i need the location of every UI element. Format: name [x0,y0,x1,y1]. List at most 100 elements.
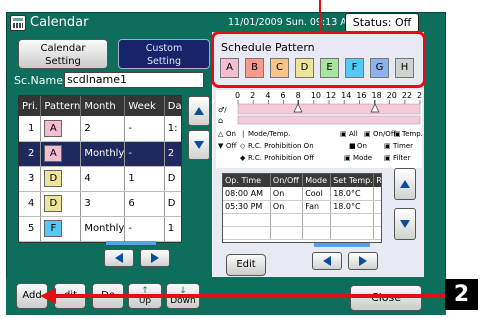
timeline-svg: ♂/ ⌂ 024681012141618202224 [218,91,427,125]
op-time-cell: 05:30 PM [223,200,271,214]
week-cell: 6 [124,191,165,217]
month-cell: 2 [80,116,126,142]
week-cell: 1 [124,166,165,192]
hour-tick-label: 20 [387,91,397,100]
table-row[interactable]: 5 F Monthly - 1 [19,216,181,242]
column-header: Month [80,96,126,116]
list-scroll-right-button[interactable] [140,249,170,267]
scname-label: Sc.Name [14,74,63,87]
month-cell: 3 [80,191,126,217]
close-button[interactable]: Close [350,285,422,311]
hour-tick-label: 16 [356,91,366,100]
legend-on2: On [357,142,367,150]
day-cell: 1 [164,216,181,242]
triangle-down-icon [194,141,204,149]
legend-mode-temp: Mode/Temp. [248,130,291,138]
column-header: Op. Time [223,174,271,187]
table-header-row: Op. Time On/Off Mode Set Temp. R.C. [223,174,381,187]
day-cell: D [164,166,181,192]
timeline-chart: ♂/ ⌂ 024681012141618202224 [216,90,427,130]
priority-cell: 1 [19,116,42,142]
operation-table: Op. Time On/Off Mode Set Temp. R.C. 08:0… [222,173,382,243]
hour-tick-label: 0 [235,91,240,100]
table-row[interactable]: 05:30 PM On Fan 18.0°C [223,200,381,214]
schedule-pattern-highlight [211,31,426,88]
hour-tick-label: 12 [326,91,336,100]
table-row[interactable]: 08:00 AM On Cool 18.0°C [223,187,381,201]
set-temp-cell: 18.0°C [330,187,375,201]
triangle-right-icon [359,256,367,266]
legend-on: On [226,130,236,138]
hour-tick-label: 4 [265,91,270,100]
op-time-cell: 08:00 AM [223,187,271,201]
calendar-icon [10,15,26,31]
priority-cell: 5 [19,216,42,242]
legend-mode-icon: | [242,130,245,138]
month-cell: Monthly [80,141,126,167]
pattern-cell: F [40,216,82,242]
column-header: R.C. [373,174,381,187]
triangle-left-icon [115,253,123,263]
list-scroll-up-button[interactable] [188,96,210,126]
table-row[interactable] [223,213,381,227]
table-row[interactable]: 2 A Monthly - 2 [19,141,181,167]
table-row[interactable]: 4 D 3 6 D [19,191,181,217]
hour-tick-label: 18 [372,91,382,100]
pattern-chip: D [44,195,63,212]
triangle-down-icon [400,220,410,228]
column-header: Pri. [19,96,42,116]
set-temp-cell: 18.0°C [330,200,375,214]
list-scroll-left-button[interactable] [104,249,134,267]
legend-all-icon: ▣ [340,130,347,138]
legend-filter-icon: ▣ [384,154,391,162]
priority-cell: 2 [19,141,42,167]
legend-rc-off-icon: ◆ [240,154,246,162]
scname-input[interactable]: scdlname1 [64,72,204,88]
onoff-cell: On [270,200,304,214]
hour-tick-label: 22 [402,91,412,100]
hour-tick-label: 14 [341,91,351,100]
callout-number-badge: 2 [445,279,478,310]
op-scroll-down-button[interactable] [394,208,416,240]
list-scroll-down-button[interactable] [188,130,210,160]
column-header: On/Off [270,174,304,187]
callout-line-bottom [54,294,450,298]
edit-operation-button[interactable]: Edit [226,254,266,276]
calendar-setting-button[interactable]: Calendar Setting [18,39,108,69]
priority-cell: 3 [19,166,42,192]
op-scroll-right-button[interactable] [348,252,378,270]
mode-cell: Fan [302,200,332,214]
temperature-row-icon: ♂/ [218,106,227,114]
triangle-right-icon [151,253,159,263]
hour-tick-label: 6 [281,91,286,100]
day-cell: D [164,191,181,217]
legend-filter: Filter [393,154,411,162]
table-row[interactable] [223,226,381,240]
op-scroll-up-button[interactable] [394,168,416,200]
legend-temp: Temp. [402,130,423,138]
column-header: Set Temp. [330,174,375,187]
legend-on2-icon: ■ [349,142,356,150]
legend-all: All [349,130,358,138]
rc-cell [373,200,381,214]
legend-mode2: Mode [353,154,373,162]
onoff-cell: On [270,187,304,201]
triangle-up-icon [194,107,204,115]
op-scroll-left-button[interactable] [312,252,342,270]
priority-cell: 4 [19,191,42,217]
column-header: Week [124,96,165,116]
callout-line-top [319,0,321,31]
legend-rc-off: R.C. Prohibition Off [248,154,315,162]
hour-tick-label: 24 [417,91,422,100]
table-row[interactable]: 3 D 4 1 D [19,166,181,192]
status-button[interactable]: Status: Off [345,13,419,33]
legend-onoff: On/Off [373,130,396,138]
list-horizontal-scrollbar[interactable] [106,241,156,245]
month-cell: Monthly [80,216,126,242]
custom-setting-button[interactable]: Custom Setting [118,39,210,69]
op-horizontal-scrollbar[interactable] [314,243,370,247]
day-cell: 2 [164,141,181,167]
day-cell: 1: [164,116,181,142]
pattern-list-table: Pri. Pattern Month Week Da 1 A 2 - 1: 2 … [18,95,182,243]
table-row[interactable]: 1 A 2 - 1: [19,116,181,142]
